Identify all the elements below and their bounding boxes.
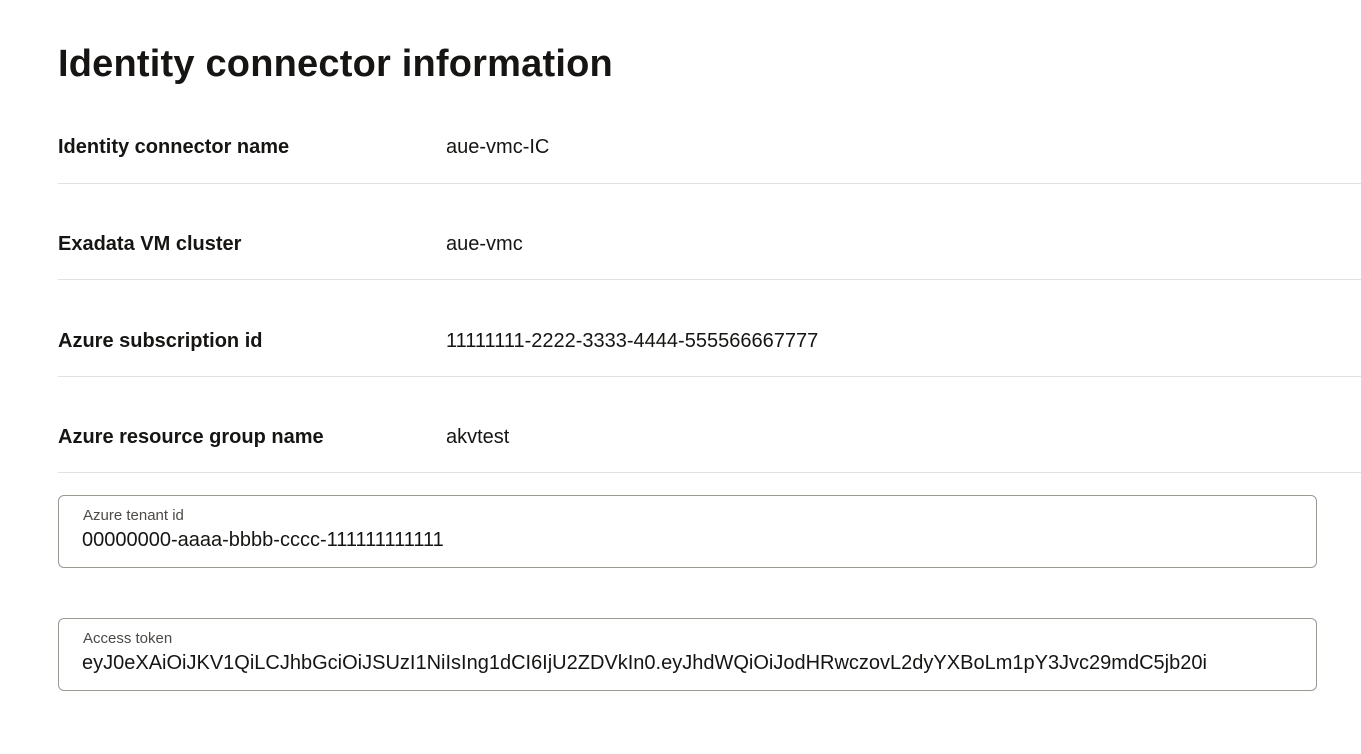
access-token-input[interactable] xyxy=(82,648,1294,678)
info-row-vm-cluster: Exadata VM cluster aue-vmc xyxy=(58,184,1361,280)
resource-group-label: Azure resource group name xyxy=(58,426,324,448)
vm-cluster-label: Exadata VM cluster xyxy=(58,233,242,255)
info-row-connector-name: Identity connector name aue-vmc-IC xyxy=(58,88,1361,184)
info-row-subscription-id: Azure subscription id 11111111-2222-3333… xyxy=(58,281,1361,377)
access-token-field[interactable]: Access token xyxy=(58,618,1317,691)
access-token-label: Access token xyxy=(83,630,173,647)
subscription-id-label: Azure subscription id xyxy=(58,330,263,352)
subscription-id-value: 11111111-2222-3333-4444-555566667777 xyxy=(446,330,819,352)
tenant-id-field[interactable]: Azure tenant id xyxy=(58,495,1317,568)
page-title: Identity connector information xyxy=(58,43,613,85)
connector-name-value: aue-vmc-IC xyxy=(446,136,550,158)
tenant-id-input[interactable] xyxy=(82,525,1294,555)
tenant-id-label: Azure tenant id xyxy=(83,507,184,524)
vm-cluster-value: aue-vmc xyxy=(446,233,523,255)
info-row-resource-group: Azure resource group name akvtest xyxy=(58,377,1361,473)
connector-name-label: Identity connector name xyxy=(58,136,290,158)
resource-group-value: akvtest xyxy=(446,426,510,448)
identity-connector-page: Identity connector information Identity … xyxy=(0,0,1361,754)
